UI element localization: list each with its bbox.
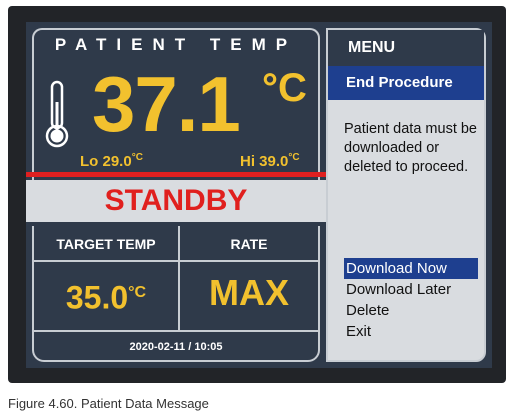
high-limit-unit: °C — [288, 152, 300, 163]
date-time: 2020-02-11 / 10:05 — [34, 330, 318, 360]
panel-title: PATIENT TEMP — [54, 35, 298, 54]
target-temp-unit: °C — [128, 284, 147, 301]
menu-item-end-procedure[interactable]: End Procedure — [328, 66, 484, 100]
thermometer-icon — [45, 80, 69, 148]
option-delete[interactable]: Delete — [344, 300, 478, 321]
device-screen: PATIENT TEMP 37.1 °C Lo 29.0°C Hi 39.0°C… — [26, 22, 492, 368]
high-limit-value: 39.0 — [259, 153, 289, 170]
temperature-box: PATIENT TEMP 37.1 °C Lo 29.0°C Hi 39.0°C — [32, 28, 320, 186]
low-limit: Lo 29.0°C — [80, 152, 143, 170]
rate-header: RATE — [180, 226, 318, 262]
low-limit-value: 29.0 — [102, 153, 132, 170]
high-limit: Hi 39.0°C — [240, 152, 300, 170]
target-temp-number: 35.0 — [65, 279, 129, 316]
rate-value: MAX — [209, 272, 289, 313]
patient-temp-panel: PATIENT TEMP 37.1 °C Lo 29.0°C Hi 39.0°C… — [26, 22, 326, 368]
status-divider — [26, 172, 326, 177]
target-temp-header: TARGET TEMP — [34, 226, 178, 262]
settings-box: TARGET TEMP RATE 35.0°C MAX 2020-02-11 /… — [32, 226, 320, 362]
figure-caption: Figure 4.60. Patient Data Message — [8, 396, 209, 411]
option-download-later[interactable]: Download Later — [344, 279, 478, 300]
high-limit-label: Hi — [240, 153, 255, 170]
patient-data-message: Patient data must be downloaded or delet… — [344, 121, 477, 175]
target-temp-value: 35.0°C — [34, 268, 178, 318]
current-temperature: 37.1 — [92, 60, 241, 148]
temperature-unit: °C — [262, 66, 307, 110]
option-download-now[interactable]: Download Now — [344, 258, 478, 279]
menu-panel: MENU End Procedure Patient data must be … — [326, 28, 486, 362]
low-limit-unit: °C — [131, 152, 143, 163]
low-limit-label: Lo — [80, 153, 99, 170]
menu-title: MENU — [328, 30, 484, 66]
option-exit[interactable]: Exit — [344, 321, 478, 342]
status-banner: STANDBY — [26, 180, 326, 222]
